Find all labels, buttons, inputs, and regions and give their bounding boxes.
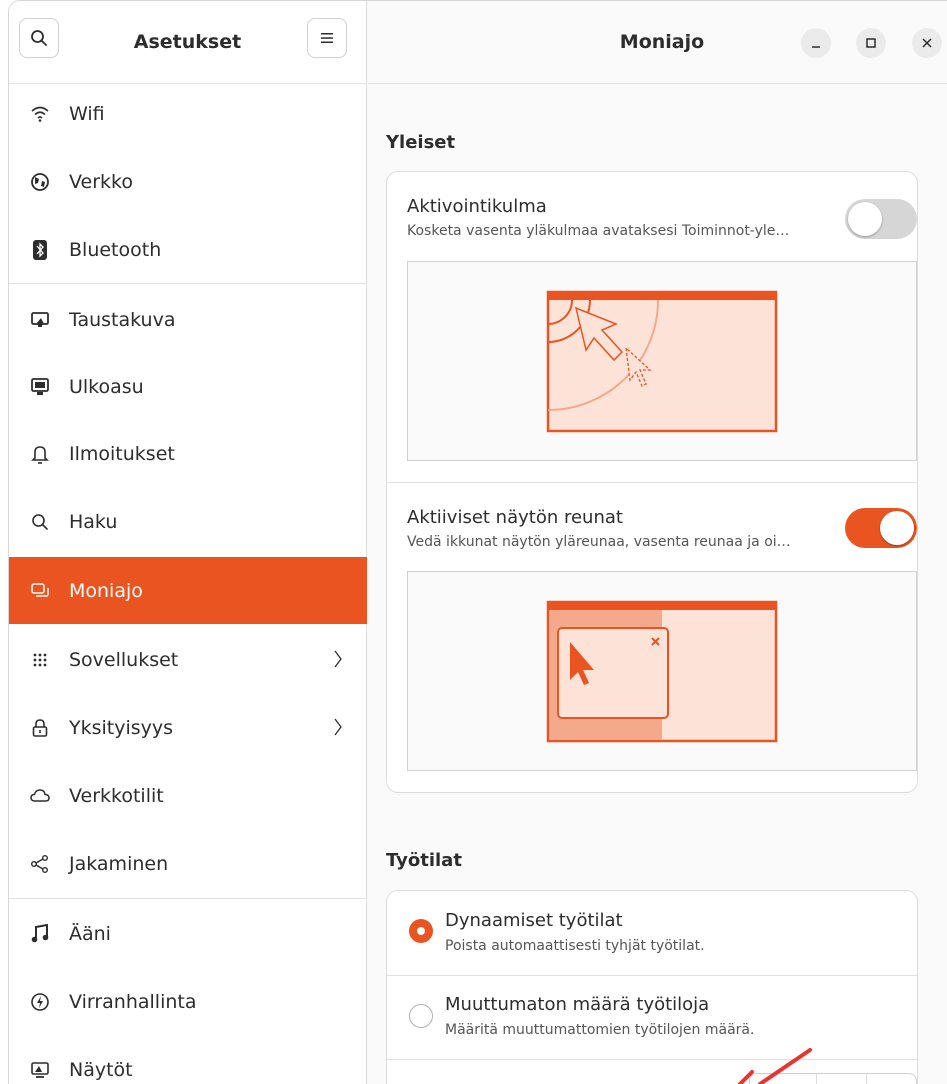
share-icon (29, 853, 51, 875)
sidebar-item-sovellukset[interactable]: Sovellukset (9, 627, 367, 693)
sidebar-item-bluetooth[interactable]: Bluetooth (9, 217, 367, 283)
sidebar: Asetukset Wifi Verkko Bluetooth Taustaku… (9, 1, 367, 1084)
sidebar-item-label: Taustakuva (69, 309, 176, 331)
section-title-workspaces: Työtilat (386, 850, 462, 871)
close-button[interactable] (912, 28, 942, 58)
bluetooth-icon (29, 239, 51, 261)
hot-corner-toggle[interactable] (845, 199, 917, 239)
hamburger-menu-icon (321, 33, 333, 43)
sidebar-item-aani[interactable]: Ääni (9, 901, 367, 967)
sidebar-item-label: Wifi (69, 103, 105, 125)
hot-corner-preview (407, 261, 917, 461)
workspaces-card: Dynaamiset työtilat Poista automaattises… (386, 890, 918, 1084)
sidebar-item-label: Ulkoasu (69, 376, 144, 398)
dynamic-workspaces-radio[interactable] (409, 919, 433, 943)
card-divider (387, 975, 917, 976)
fixed-workspaces-title: Muuttumaton määrä työtiloja (445, 994, 710, 1015)
sidebar-item-jakaminen[interactable]: Jakaminen (9, 831, 367, 897)
toggle-knob (880, 511, 914, 545)
maximize-button[interactable] (856, 28, 886, 58)
sidebar-item-label: Moniajo (69, 579, 143, 602)
power-icon (29, 991, 51, 1013)
sidebar-item-verkko[interactable]: Verkko (9, 149, 367, 215)
search-icon (29, 511, 51, 533)
card-divider (387, 482, 917, 483)
dynamic-workspaces-title: Dynaamiset työtilat (445, 910, 623, 931)
display-icon (29, 1059, 51, 1081)
hot-corner-subtitle: Kosketa vasenta yläkulmaa avataksesi Toi… (407, 223, 790, 239)
sidebar-item-label: Jakaminen (69, 853, 169, 875)
monitor-wallpaper-icon (29, 309, 51, 331)
main-panel: Moniajo Yleiset Aktivointikulma Kosketa … (368, 1, 947, 1084)
sidebar-item-verkkotilit[interactable]: Verkkotilit (9, 763, 367, 829)
sidebar-header: Asetukset (9, 1, 366, 84)
sidebar-item-label: Näytöt (69, 1059, 133, 1081)
sidebar-item-label: Sovellukset (69, 649, 179, 671)
multitasking-icon (29, 580, 51, 602)
cloud-icon (29, 785, 51, 807)
dynamic-workspaces-subtitle: Poista automaattisesti tyhjät työtilat. (445, 938, 705, 954)
bell-icon (29, 443, 51, 465)
section-title-general: Yleiset (386, 132, 456, 153)
apps-grid-icon (29, 649, 51, 671)
lock-icon (29, 717, 51, 739)
network-globe-icon (29, 171, 51, 193)
sidebar-item-label: Verkko (69, 171, 133, 193)
sidebar-item-label: Haku (69, 511, 118, 533)
annotation-arrow (738, 1048, 812, 1084)
active-edges-preview (407, 571, 917, 771)
active-edges-illustration (546, 600, 778, 743)
sidebar-item-label: Verkkotilit (69, 785, 164, 807)
sidebar-item-taustakuva[interactable]: Taustakuva (9, 287, 367, 353)
sidebar-item-yksityisyys[interactable]: Yksityisyys (9, 695, 367, 761)
chevron-right-icon (333, 717, 343, 742)
music-note-icon (29, 923, 51, 945)
active-edges-subtitle: Vedä ikkunat näytön yläreunaa, vasenta r… (407, 534, 791, 550)
sidebar-item-haku[interactable]: Haku (9, 489, 367, 555)
sidebar-item-ulkoasu[interactable]: Ulkoasu (9, 354, 367, 420)
sidebar-item-ilmoitukset[interactable]: Ilmoitukset (9, 421, 367, 487)
sidebar-item-label: Virranhallinta (69, 991, 197, 1013)
sidebar-divider (9, 283, 367, 284)
active-edges-toggle[interactable] (845, 508, 917, 548)
menu-button[interactable] (307, 18, 347, 58)
fixed-workspaces-radio[interactable] (409, 1004, 433, 1028)
hot-corner-illustration (546, 290, 778, 433)
sidebar-item-naytot[interactable]: Näytöt (9, 1037, 367, 1084)
toggle-knob (848, 202, 882, 236)
sidebar-item-virranhallinta[interactable]: Virranhallinta (9, 969, 367, 1035)
close-icon (922, 38, 932, 48)
chevron-right-icon (333, 649, 343, 674)
wifi-icon (29, 103, 51, 125)
general-card: Aktivointikulma Kosketa vasenta yläkulma… (386, 171, 918, 793)
sidebar-item-wifi[interactable]: Wifi (9, 81, 367, 147)
sidebar-item-label: Yksityisyys (69, 717, 174, 739)
sidebar-item-label: Ääni (69, 923, 111, 945)
sidebar-divider (9, 898, 367, 899)
appearance-icon (29, 376, 51, 398)
sidebar-item-label: Bluetooth (69, 239, 162, 261)
card-divider (387, 1059, 917, 1060)
minimize-icon (812, 46, 820, 48)
fixed-workspaces-subtitle: Määritä muuttumattomien työtilojen määrä… (445, 1022, 755, 1038)
minimize-button[interactable] (801, 28, 831, 58)
maximize-icon (866, 38, 876, 48)
settings-window: Asetukset Wifi Verkko Bluetooth Taustaku… (8, 0, 947, 1084)
sidebar-item-label: Ilmoitukset (69, 443, 175, 465)
main-header: Moniajo (368, 1, 947, 84)
sidebar-item-moniajo[interactable]: Moniajo (9, 557, 367, 624)
hot-corner-title: Aktivointikulma (407, 196, 547, 217)
active-edges-title: Aktiiviset näytön reunat (407, 507, 623, 528)
